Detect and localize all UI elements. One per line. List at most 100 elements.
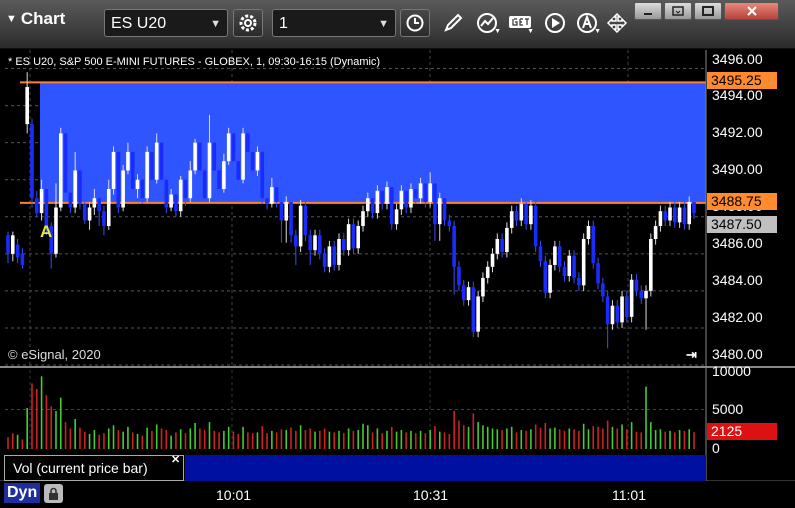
expand-right-icon[interactable]: ⇥	[686, 347, 697, 363]
candle-body	[567, 255, 572, 277]
candle-body	[346, 224, 351, 251]
candle-body	[322, 253, 327, 267]
price-chart[interactable]	[0, 0, 795, 508]
candle-body	[461, 285, 466, 301]
candle-body	[644, 290, 648, 299]
copyright-text: © eSignal, 2020	[8, 347, 101, 362]
candle-body	[68, 192, 73, 208]
candle-body	[126, 151, 130, 171]
candle-body	[500, 239, 504, 252]
candle-body	[20, 253, 25, 265]
candle-body	[318, 235, 322, 254]
candle-body	[572, 255, 576, 278]
time-axis	[0, 481, 795, 508]
candle-body	[529, 205, 533, 225]
candle-body	[308, 235, 313, 251]
candle-body	[471, 287, 476, 332]
close-icon[interactable]: ✕	[171, 453, 180, 466]
candle-body	[404, 190, 408, 208]
candle-body	[553, 246, 557, 265]
time-tick: 10:01	[216, 487, 252, 503]
chart-subtitle: * ES U20, S&P 500 E-MINI FUTURES - GLOBE…	[8, 56, 381, 68]
volume-study-label[interactable]: Vol (current price bar)	[4, 455, 184, 481]
candle-body	[476, 296, 480, 332]
candle-body	[687, 201, 692, 225]
candle-body	[82, 203, 87, 221]
candle-body	[284, 201, 289, 221]
candle-body	[682, 207, 687, 225]
volume-study-bar	[185, 455, 706, 481]
candle-body	[303, 205, 308, 236]
candle-body	[73, 170, 77, 208]
candle-body	[505, 227, 509, 252]
candle-body	[562, 266, 567, 277]
candle-body	[356, 226, 360, 249]
volume-price-tag: 2125	[707, 423, 777, 440]
time-tick: 11:01	[612, 487, 646, 503]
candle-body	[442, 198, 447, 221]
price-tick: 3482.00	[712, 309, 763, 325]
candle-body	[294, 235, 298, 247]
candle-body	[596, 263, 600, 284]
dyn-button[interactable]: Dyn	[4, 483, 41, 503]
candle-body	[519, 203, 524, 221]
candle-body	[332, 246, 337, 265]
candle-body	[692, 201, 696, 214]
candle-body	[615, 305, 620, 323]
candle-body	[169, 194, 173, 208]
candle-body	[370, 198, 375, 214]
price-tick: 3484.00	[712, 272, 763, 288]
price-tick: 3492.00	[712, 124, 763, 140]
candle-body	[668, 207, 672, 221]
candle-body	[629, 279, 634, 317]
candle-body	[298, 205, 303, 247]
candle-body	[557, 246, 562, 267]
candle-body	[375, 190, 380, 214]
lock-icon	[49, 487, 58, 500]
candle-body	[241, 133, 245, 180]
candle-body	[399, 190, 404, 210]
candle-body	[63, 133, 68, 193]
candle-body	[121, 170, 125, 208]
price-tick: 3496.00	[712, 51, 763, 67]
candle-body	[649, 239, 653, 291]
time-tick: 10:31	[413, 487, 449, 503]
candle-body	[97, 198, 101, 212]
candle-body	[92, 198, 97, 208]
volume-tick: 10000	[712, 363, 751, 379]
candle-body	[543, 261, 548, 293]
last-price-tag: 3487.50	[707, 216, 777, 233]
candle-body	[673, 207, 677, 223]
volume-tick: 0	[712, 440, 720, 456]
candle-body	[130, 151, 135, 189]
candle-body	[337, 239, 341, 265]
candle-body	[342, 239, 346, 251]
candle-body	[591, 226, 596, 264]
candle-body	[677, 207, 682, 223]
candle-body	[653, 226, 658, 239]
candle-body	[174, 194, 178, 212]
candle-body	[279, 201, 284, 221]
candle-body	[634, 279, 639, 291]
candle-body	[255, 151, 260, 171]
candle-body	[145, 151, 149, 199]
candle-body	[380, 190, 384, 204]
candle-body	[495, 239, 500, 254]
candle-body	[87, 207, 92, 221]
range-band	[40, 82, 706, 203]
candle-body	[418, 183, 423, 199]
candle-body	[159, 142, 164, 180]
candle-body	[605, 296, 610, 325]
candle-body	[270, 187, 274, 204]
candle-body	[217, 170, 221, 189]
volume-tick: 5000	[712, 401, 744, 417]
candle-body	[313, 235, 317, 251]
lock-button[interactable]	[44, 484, 63, 503]
candle-body	[663, 211, 668, 221]
candle-body	[413, 188, 418, 199]
candle-body	[178, 179, 183, 212]
candle-body	[423, 183, 428, 202]
candle-body	[188, 170, 193, 199]
candle-body	[610, 305, 615, 325]
candle-body	[102, 211, 106, 227]
